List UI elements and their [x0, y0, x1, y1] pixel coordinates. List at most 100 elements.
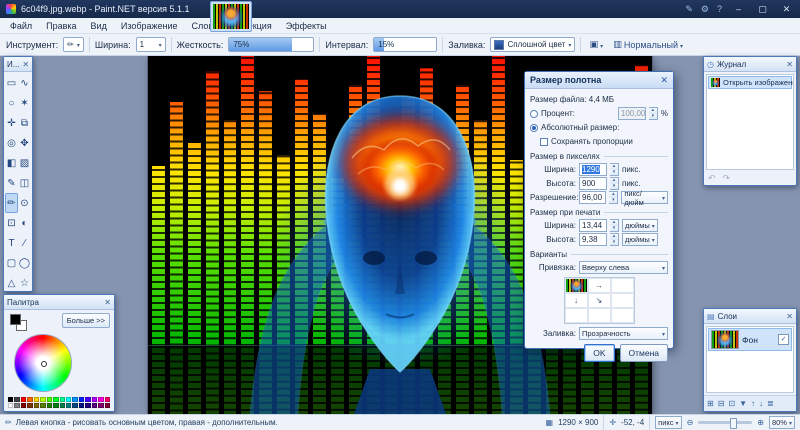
print-width-field[interactable]: 13,44	[579, 219, 607, 232]
clone-stamp-tool[interactable]: ⊡	[5, 213, 18, 233]
close-icon[interactable]: ✕	[786, 60, 793, 69]
color-swatch[interactable]	[105, 397, 110, 402]
redo-icon[interactable]: ↷	[723, 173, 731, 184]
primary-color-swatch[interactable]	[10, 314, 21, 325]
minimize-button[interactable]: –	[731, 4, 746, 14]
line-curve-tool[interactable]: ∕	[18, 233, 31, 253]
lasso-select-tool[interactable]: ∿	[18, 73, 31, 93]
menu-item[interactable]: Файл	[3, 18, 39, 34]
zoom-slider[interactable]	[698, 421, 752, 424]
anchor-cell-top-left[interactable]	[565, 278, 588, 293]
anchor-cell-top-right[interactable]	[611, 278, 634, 293]
paintbrush-tool[interactable]: ✎	[5, 173, 18, 193]
percent-radio[interactable]	[530, 110, 538, 118]
width-field[interactable]: 1290	[579, 163, 607, 176]
color-swatch[interactable]	[92, 403, 97, 408]
color-swatch[interactable]	[72, 397, 77, 402]
color-swatch[interactable]	[98, 403, 103, 408]
undo-icon[interactable]: ↶	[708, 173, 716, 184]
layers-panel-titlebar[interactable]: ▤ Слои ✕	[704, 309, 796, 324]
brush-icon[interactable]: ✎	[685, 4, 693, 15]
menu-item[interactable]: Эффекты	[279, 18, 334, 34]
zoom-in-icon[interactable]: ⊕	[757, 418, 764, 427]
palette-panel-titlebar[interactable]: Палитра ✕	[4, 295, 114, 310]
ellipse-select-tool[interactable]: ○	[5, 93, 18, 113]
print-height-unit-dropdown[interactable]: дюймы	[622, 233, 658, 246]
gradient-tool[interactable]: ▨	[18, 153, 31, 173]
color-swatch[interactable]	[21, 397, 26, 402]
maximize-button[interactable]: ▢	[755, 4, 770, 15]
text-tool[interactable]: T	[5, 233, 18, 253]
color-swatch[interactable]	[85, 397, 90, 402]
spacing-slider[interactable]: 15%	[373, 37, 437, 52]
gear-icon[interactable]: ⚙	[701, 4, 709, 15]
move-selected-pixels-tool[interactable]: ✛	[5, 113, 18, 133]
zoom-level-dropdown[interactable]: 80%	[769, 416, 795, 429]
color-swatch[interactable]	[92, 397, 97, 402]
units-dropdown[interactable]: пикс	[655, 416, 681, 429]
color-swatch[interactable]	[53, 403, 58, 408]
history-item[interactable]: Открыть изображение	[708, 76, 792, 89]
dialog-titlebar[interactable]: Размер полотна ✕	[525, 72, 673, 89]
anchor-cell-bottom-left[interactable]	[565, 308, 588, 323]
resolution-spinner[interactable]	[609, 191, 618, 204]
color-swatch[interactable]	[34, 397, 39, 402]
close-icon[interactable]: ✕	[22, 60, 29, 69]
color-swatch[interactable]	[60, 397, 65, 402]
titlebar-icons[interactable]: ✎ ⚙?	[685, 4, 722, 15]
close-button[interactable]: ✕	[779, 4, 794, 15]
hardness-slider[interactable]: 75%	[228, 37, 314, 52]
menu-item[interactable]: Правка	[39, 18, 83, 34]
resolution-unit-dropdown[interactable]: пикс/дюйм	[621, 191, 668, 204]
color-swatch[interactable]	[8, 397, 13, 402]
absolute-size-radio[interactable]	[530, 124, 538, 132]
zoom-tool[interactable]: ◎	[5, 133, 18, 153]
pan-tool[interactable]: ✥	[18, 133, 31, 153]
add-layer-button[interactable]: ⊞	[707, 399, 714, 408]
keep-proportions-checkbox[interactable]	[540, 138, 548, 146]
menu-item[interactable]: Изображение	[114, 18, 185, 34]
color-swatch[interactable]	[79, 403, 84, 408]
anchor-cell-middle-left[interactable]: ↓	[565, 293, 588, 308]
color-swatch[interactable]	[34, 403, 39, 408]
anchor-cell-center[interactable]: ↘	[588, 293, 611, 308]
duplicate-layer-button[interactable]: ⊡	[728, 399, 735, 408]
paint-bucket-tool[interactable]: ◧	[5, 153, 18, 173]
merge-down-button[interactable]: ▼	[739, 399, 747, 408]
rectangle-select-tool[interactable]: ▭	[5, 73, 18, 93]
current-tool-dropdown[interactable]: ✏	[63, 37, 84, 52]
blend-mode-dropdown[interactable]: ▥ Нормальный	[611, 37, 685, 53]
ok-button[interactable]: OK	[584, 344, 614, 362]
move-layer-down-button[interactable]: ↓	[759, 399, 763, 408]
magic-wand-tool[interactable]: ✶	[18, 93, 31, 113]
color-swatch[interactable]	[85, 403, 90, 408]
color-swatch[interactable]	[27, 397, 32, 402]
color-swatch[interactable]	[79, 397, 84, 402]
help-icon[interactable]: ?	[717, 4, 722, 15]
color-swatch[interactable]	[21, 403, 26, 408]
layer-row[interactable]: Фон ✓	[708, 328, 792, 351]
anchor-grid[interactable]: → ↓ ↘	[564, 277, 635, 324]
height-field[interactable]: 900	[579, 177, 607, 190]
print-height-field[interactable]: 9,38	[579, 233, 607, 246]
color-swatch[interactable]	[72, 403, 77, 408]
history-panel-titlebar[interactable]: ◷ Журнал ✕	[704, 57, 796, 72]
recolor-tool[interactable]: ◐	[18, 213, 31, 233]
color-swatch[interactable]	[27, 403, 32, 408]
color-swatch[interactable]	[40, 397, 45, 402]
eraser-tool[interactable]: ◫	[18, 173, 31, 193]
layer-properties-button[interactable]: ≣	[767, 399, 774, 408]
dialog-close-icon[interactable]: ✕	[660, 75, 668, 86]
palette-more-button[interactable]: Больше >>	[62, 313, 110, 328]
pencil-tool[interactable]: ✏	[5, 193, 18, 213]
close-icon[interactable]: ✕	[104, 298, 111, 307]
triangle-shape-tool[interactable]: △	[5, 273, 18, 293]
layer-visibility-checkbox[interactable]: ✓	[778, 334, 789, 345]
width-spinner[interactable]	[610, 163, 619, 176]
star-shape-tool[interactable]: ☆	[18, 273, 31, 293]
image-tab[interactable]	[210, 1, 252, 32]
color-swatch[interactable]	[105, 403, 110, 408]
color-swatch[interactable]	[14, 397, 19, 402]
print-width-unit-dropdown[interactable]: дюймы	[622, 219, 658, 232]
resolution-field[interactable]: 96,00	[579, 191, 606, 204]
